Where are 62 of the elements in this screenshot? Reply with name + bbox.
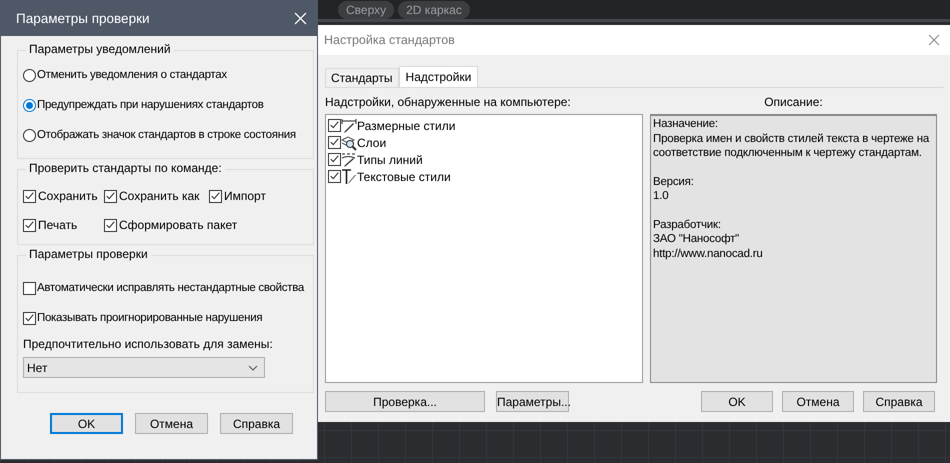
dialog-button[interactable]: Параметры... — [496, 391, 569, 412]
checkbox[interactable] — [104, 218, 117, 232]
description-text: http://www.nanocad.ru — [653, 246, 764, 261]
dialog-button[interactable]: OK — [701, 391, 773, 412]
text-style-icon — [341, 168, 357, 184]
dialog-button[interactable]: OK — [50, 413, 123, 434]
description-heading: Назначение: — [653, 117, 719, 132]
description-text: 1.0 — [653, 189, 670, 204]
checkbox[interactable] — [23, 190, 36, 202]
linetype-icon — [341, 152, 357, 168]
replace-dropdown[interactable]: Нет — [23, 357, 265, 378]
dialog-title: Параметры проверки — [16, 11, 150, 26]
checkbox[interactable] — [23, 312, 36, 324]
dialog-button[interactable]: Проверка... — [325, 391, 485, 412]
radio-button[interactable] — [23, 98, 36, 112]
group-title: Параметры уведомлений — [26, 42, 174, 56]
description-text: ЗАО "Нанософт" — [653, 232, 740, 246]
description-text: Проверка имен и свойств стилей текста в чертеже на соответствие подключенным к чертежу стандартам. — [653, 132, 930, 160]
checkbox[interactable] — [328, 153, 341, 166]
checkbox-label[interactable]: Автоматически исправлять нестандартные свойства — [37, 282, 304, 294]
dialog-button[interactable]: Справка — [220, 413, 293, 434]
replace-label: Предпочтительно использовать для замены: — [23, 337, 274, 351]
view-button[interactable]: Сверху — [338, 0, 394, 18]
checkbox[interactable] — [23, 282, 36, 294]
description-label: Описание: — [763, 95, 824, 111]
checkbox[interactable] — [328, 170, 341, 183]
dimension-style-icon — [341, 118, 357, 134]
checkbox[interactable] — [104, 190, 117, 202]
addin-label[interactable]: Размерные стили — [357, 118, 456, 132]
layers-icon — [341, 134, 357, 150]
description-heading: Разработчик: — [653, 218, 722, 232]
radio-button[interactable] — [23, 68, 36, 82]
addin-label[interactable]: Типы линий — [357, 152, 423, 166]
tab[interactable]: Надстройки — [398, 66, 478, 87]
window-title: Настройка стандартов — [324, 33, 455, 47]
addin-label[interactable]: Текстовые стили — [357, 170, 451, 184]
description-heading: Версия: — [653, 174, 695, 189]
radio-button[interactable] — [23, 128, 36, 142]
checkbox-label[interactable]: Сохранить как — [119, 189, 200, 203]
radio-label[interactable]: Предупреждать при нарушениях стандартов — [37, 99, 264, 111]
view-button[interactable]: 2D каркас — [398, 0, 470, 18]
group-title: Параметры проверки — [26, 247, 151, 261]
dialog-button[interactable]: Отмена — [782, 391, 854, 412]
close-icon[interactable] — [928, 34, 940, 46]
chevron-icon — [248, 364, 258, 370]
checkbox[interactable] — [328, 136, 341, 149]
tab[interactable]: Стандарты — [325, 68, 399, 87]
dialog-button[interactable]: Справка — [863, 391, 935, 412]
addin-label[interactable]: Слои — [357, 136, 386, 150]
checkbox-label[interactable]: Показывать проигнорированные нарушения — [37, 312, 262, 324]
radio-label[interactable]: Отображать значок стандартов в строке состояния — [37, 129, 296, 141]
addins-label: Надстройки, обнаруженные на компьютере: — [325, 95, 572, 111]
checkbox-label[interactable]: Сформировать пакет — [119, 218, 238, 232]
checkbox[interactable] — [328, 119, 341, 132]
checkbox-label[interactable]: Сохранить — [38, 189, 98, 203]
checkbox[interactable] — [23, 218, 36, 232]
radio-label[interactable]: Отменить уведомления о стандартах — [37, 69, 227, 81]
dialog-button[interactable]: Отмена — [135, 413, 208, 434]
checkbox-label[interactable]: Импорт — [224, 189, 266, 203]
group-title: Проверить стандарты по команде: — [26, 161, 225, 175]
checkbox[interactable] — [209, 190, 222, 202]
checkbox-label[interactable]: Печать — [38, 218, 78, 232]
